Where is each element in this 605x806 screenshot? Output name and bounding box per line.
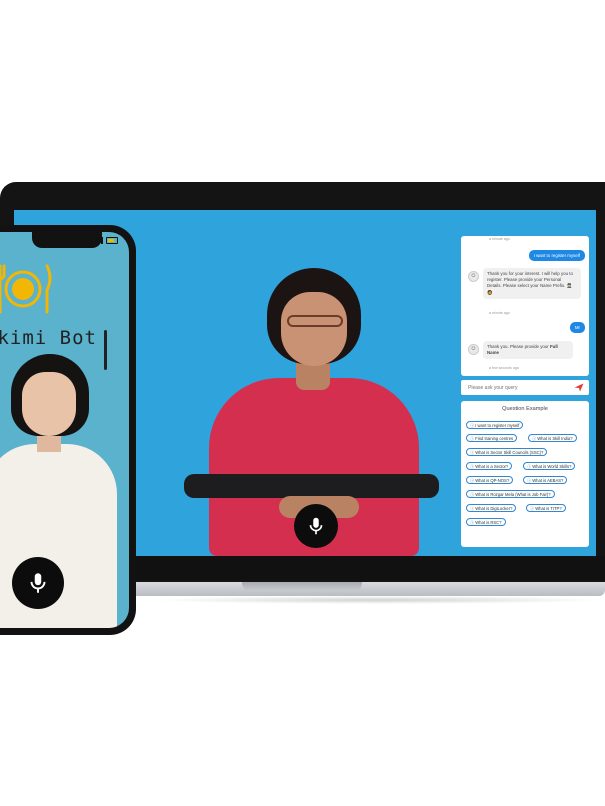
bot-avatar: ☺: [468, 344, 479, 355]
bot-avatar: ☺: [468, 271, 479, 282]
question-chip[interactable]: What is RSC?: [466, 518, 506, 526]
phone-mic-button[interactable]: [12, 557, 64, 609]
presenter-glasses: [287, 315, 343, 327]
question-example-panel: Question Example I want to register myse…: [461, 401, 589, 547]
laptop-shadow: [150, 596, 605, 604]
presenter-chair: [184, 474, 439, 498]
chat-input-bar: [461, 380, 589, 395]
plate-fork-knife-icon: [0, 262, 55, 321]
question-chip[interactable]: What is Skill India?: [528, 434, 577, 442]
send-icon[interactable]: [574, 383, 584, 392]
laptop-mic-button[interactable]: [294, 504, 338, 548]
question-chip[interactable]: What is a Sector?: [466, 462, 513, 470]
timestamp: a minute ago: [489, 237, 510, 241]
signal-icon: [101, 237, 103, 244]
question-chip[interactable]: What is AEBAS?: [523, 476, 568, 484]
question-chip[interactable]: What is QP-NOS?: [466, 476, 514, 484]
question-chip[interactable]: What is DigiLocker?: [466, 504, 517, 512]
phone-side-button: [104, 330, 107, 370]
question-chip[interactable]: What is TITP?: [526, 504, 566, 512]
laptop-opening-notch: [242, 582, 362, 591]
bot-message-text: Thank you for your interest. I will help…: [487, 271, 573, 289]
question-panel-title: Question Example: [502, 406, 548, 412]
question-chip[interactable]: I want to register myself: [466, 421, 524, 429]
bot-message: Thank you. Please provide your Full Name: [483, 341, 573, 360]
phone-device: akimi Bot: [0, 225, 136, 635]
status-bar: [91, 237, 118, 244]
microphone-icon: [309, 517, 323, 535]
timestamp: a few seconds ago: [489, 366, 519, 370]
avatar-face: [22, 372, 76, 436]
avatar-body: [0, 444, 117, 628]
signal-icon: [91, 239, 93, 242]
user-message: I want to register myself: [528, 250, 585, 261]
laptop-base: [120, 582, 605, 596]
question-chip[interactable]: What is World Skills?: [523, 462, 576, 470]
query-input[interactable]: [466, 383, 570, 392]
signal-icon: [96, 238, 98, 243]
microphone-icon: [30, 573, 46, 593]
battery-icon: [106, 237, 118, 244]
bot-message: Thank you for your interest. I will help…: [483, 268, 581, 299]
question-chip[interactable]: Find training centres: [466, 434, 518, 442]
bot-message-text: Thank you. Please provide your: [487, 344, 550, 349]
timestamp: a minute ago: [489, 311, 510, 315]
question-chip[interactable]: What is Sector Skill Councils (SSC)?: [466, 448, 548, 456]
user-message: Mr: [569, 322, 585, 333]
presenter-face: [281, 292, 347, 366]
phone-screen: akimi Bot: [0, 232, 129, 628]
chat-window: a minute ago I want to register myself ☺…: [461, 236, 589, 376]
bot-name-title: akimi Bot: [0, 327, 97, 349]
question-chip[interactable]: What is Rozgar Mela (What is Job Fair)?: [466, 490, 555, 498]
